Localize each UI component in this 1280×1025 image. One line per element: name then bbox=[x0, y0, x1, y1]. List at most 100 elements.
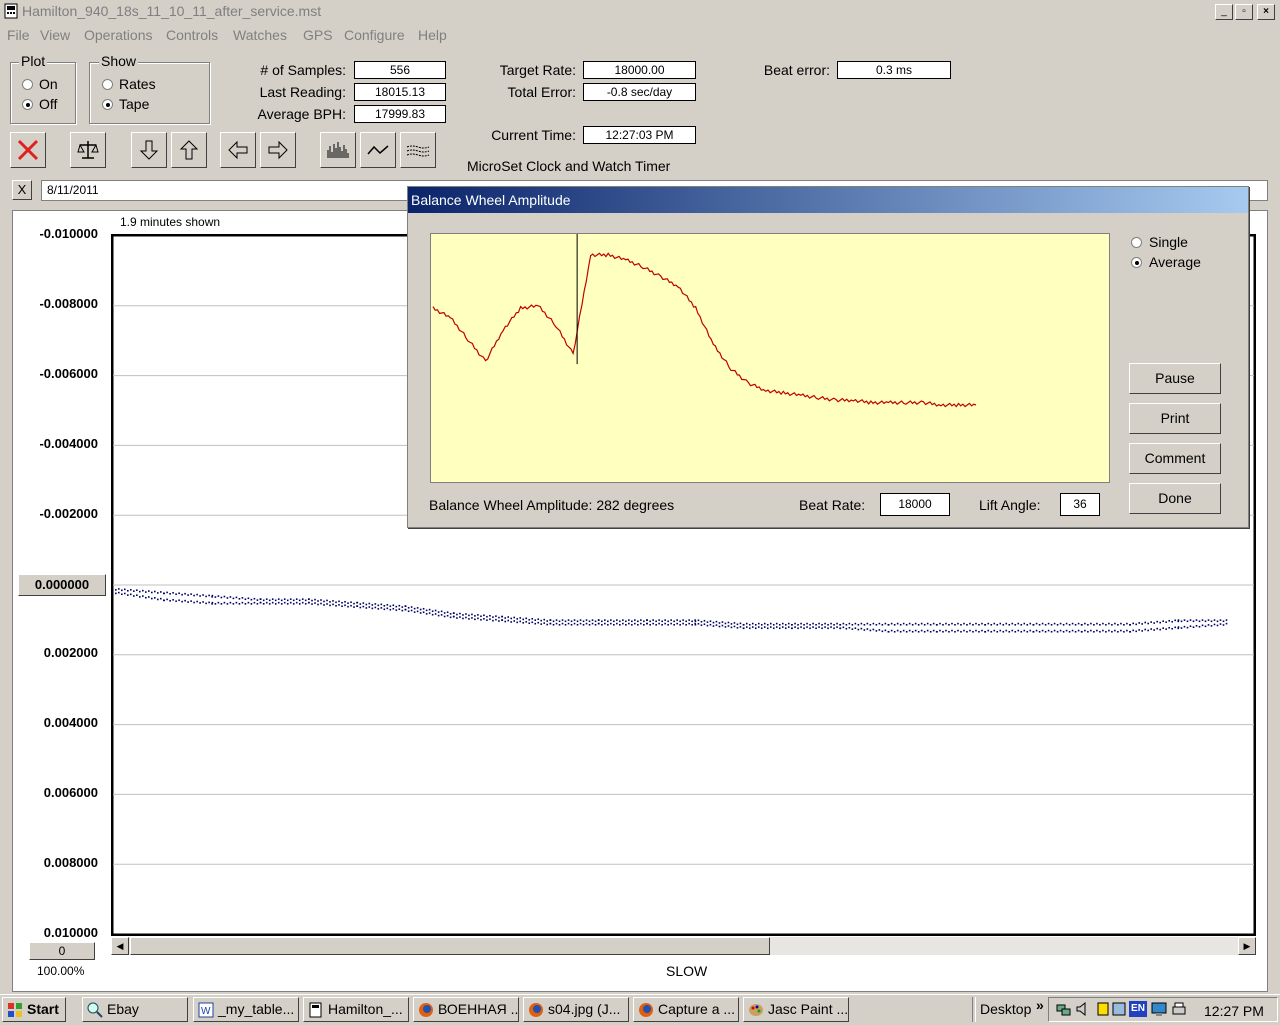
clear-button[interactable] bbox=[10, 132, 46, 168]
start-button[interactable]: Start bbox=[2, 997, 66, 1022]
tape-dot bbox=[745, 622, 748, 625]
tape-dot bbox=[338, 600, 340, 603]
show-tape-radio[interactable] bbox=[102, 99, 113, 110]
wave-button[interactable] bbox=[360, 132, 396, 168]
task-firefox-2[interactable]: s04.jpg (J... bbox=[523, 997, 629, 1022]
tape-dot bbox=[878, 622, 881, 625]
arrow-right-icon bbox=[268, 140, 288, 160]
tape-dot bbox=[531, 621, 534, 624]
menu-gps[interactable]: GPS bbox=[303, 27, 333, 43]
tray-app-icon[interactable] bbox=[1111, 1001, 1127, 1017]
comment-button[interactable]: Comment bbox=[1129, 443, 1221, 474]
tape-dot bbox=[833, 623, 835, 626]
done-button[interactable]: Done bbox=[1129, 483, 1221, 514]
task-firefox-1[interactable]: ВОЕННАЯ ... bbox=[413, 997, 519, 1022]
task-jasc[interactable]: Jasc Paint ... bbox=[743, 997, 849, 1022]
task-hamilton[interactable]: Hamilton_... bbox=[303, 997, 409, 1022]
tape-dot bbox=[130, 593, 132, 596]
tape-dot bbox=[1225, 622, 1228, 625]
network-icon[interactable] bbox=[1055, 1001, 1071, 1017]
language-indicator[interactable]: EN bbox=[1129, 1001, 1147, 1017]
scroll-thumb[interactable] bbox=[130, 937, 770, 955]
tape-dot bbox=[588, 620, 591, 623]
average-label: Average bbox=[1149, 254, 1201, 270]
tape-dot bbox=[576, 620, 579, 623]
balance-button[interactable] bbox=[70, 132, 106, 168]
amplitude-plot bbox=[430, 233, 1110, 483]
average-radio[interactable] bbox=[1131, 257, 1142, 268]
tape-dot bbox=[700, 624, 703, 627]
tape-dot bbox=[579, 619, 582, 621]
single-radio[interactable] bbox=[1131, 237, 1142, 248]
tape-dot bbox=[905, 630, 908, 633]
tape-dot bbox=[1062, 623, 1065, 626]
tape-dot bbox=[446, 614, 449, 617]
comment-close-button[interactable]: X bbox=[12, 180, 32, 200]
menu-configure[interactable]: Configure bbox=[344, 27, 405, 43]
scroll-right-icon[interactable]: ▶ bbox=[1238, 937, 1256, 955]
histogram-button[interactable] bbox=[320, 132, 356, 168]
beat-rate-label: Beat Rate: bbox=[799, 497, 866, 513]
tape-dot bbox=[462, 614, 464, 616]
tape-dot bbox=[613, 623, 615, 626]
zero-button[interactable]: 0.000000 bbox=[18, 574, 106, 596]
tape-dot bbox=[1201, 619, 1204, 621]
tape-dot bbox=[809, 623, 811, 626]
tape-dot bbox=[942, 623, 944, 626]
tape-dot bbox=[314, 602, 316, 604]
down-arrow-button[interactable] bbox=[131, 132, 167, 168]
menu-view[interactable]: View bbox=[40, 27, 70, 43]
tape-dot bbox=[673, 620, 675, 623]
tape-dot bbox=[664, 619, 666, 621]
task-word[interactable]: W _my_table... bbox=[193, 997, 299, 1022]
tape-dot bbox=[202, 594, 204, 596]
plot-on-radio[interactable] bbox=[22, 79, 33, 90]
plot-off-radio[interactable] bbox=[22, 99, 33, 110]
menu-file[interactable]: File bbox=[7, 27, 30, 43]
menu-controls[interactable]: Controls bbox=[166, 27, 218, 43]
restore-button[interactable]: ▫ bbox=[1235, 4, 1253, 20]
close-button[interactable]: × bbox=[1257, 4, 1275, 20]
task-ebay[interactable]: Ebay bbox=[82, 997, 188, 1022]
chevron-right-icon[interactable]: » bbox=[1036, 997, 1044, 1013]
tape-dot bbox=[549, 619, 552, 621]
beat-rate-field[interactable]: 18000 bbox=[880, 493, 950, 516]
task-firefox-3[interactable]: Capture a ... bbox=[633, 997, 739, 1022]
tape-dot bbox=[923, 623, 926, 626]
print-button[interactable]: Print bbox=[1129, 403, 1221, 434]
monitor-icon[interactable] bbox=[1151, 1001, 1167, 1017]
speaker-icon[interactable] bbox=[1075, 1001, 1091, 1017]
tape-dot bbox=[1171, 627, 1173, 630]
desktop-toolbar-label[interactable]: Desktop bbox=[980, 1001, 1031, 1017]
left-arrow-button[interactable] bbox=[220, 132, 256, 168]
usb-device-icon[interactable] bbox=[1095, 1001, 1111, 1017]
tape-dot bbox=[295, 601, 298, 604]
tape-dot bbox=[1192, 620, 1195, 623]
tape-dot bbox=[851, 623, 854, 626]
tape-dot bbox=[1180, 627, 1183, 629]
tape-dot bbox=[658, 619, 660, 621]
tape-dot bbox=[706, 624, 709, 627]
menu-watches[interactable]: Watches bbox=[233, 27, 287, 43]
pause-button[interactable]: Pause bbox=[1129, 363, 1221, 394]
tape-dot bbox=[534, 622, 537, 625]
tape-dot bbox=[1038, 623, 1041, 626]
lift-angle-field[interactable]: 36 bbox=[1060, 493, 1100, 516]
tape-dot bbox=[238, 603, 241, 605]
horizontal-scrollbar[interactable]: ◀ ▶ bbox=[111, 937, 1256, 955]
show-rates-radio[interactable] bbox=[102, 79, 113, 90]
tape-dot bbox=[914, 622, 917, 625]
tape-dot bbox=[166, 598, 168, 601]
minimize-button[interactable]: _ bbox=[1215, 4, 1233, 20]
right-arrow-button[interactable] bbox=[260, 132, 296, 168]
tape-dot bbox=[815, 627, 817, 630]
menu-operations[interactable]: Operations bbox=[84, 27, 152, 43]
scroll-left-icon[interactable]: ◀ bbox=[111, 937, 129, 955]
tape-button[interactable] bbox=[400, 132, 436, 168]
tape-dot bbox=[193, 601, 195, 604]
tape-dot bbox=[528, 622, 531, 625]
up-arrow-button[interactable] bbox=[171, 132, 207, 168]
printer-icon[interactable] bbox=[1171, 1001, 1187, 1017]
menu-help[interactable]: Help bbox=[418, 27, 447, 43]
tape-dot bbox=[604, 622, 606, 625]
